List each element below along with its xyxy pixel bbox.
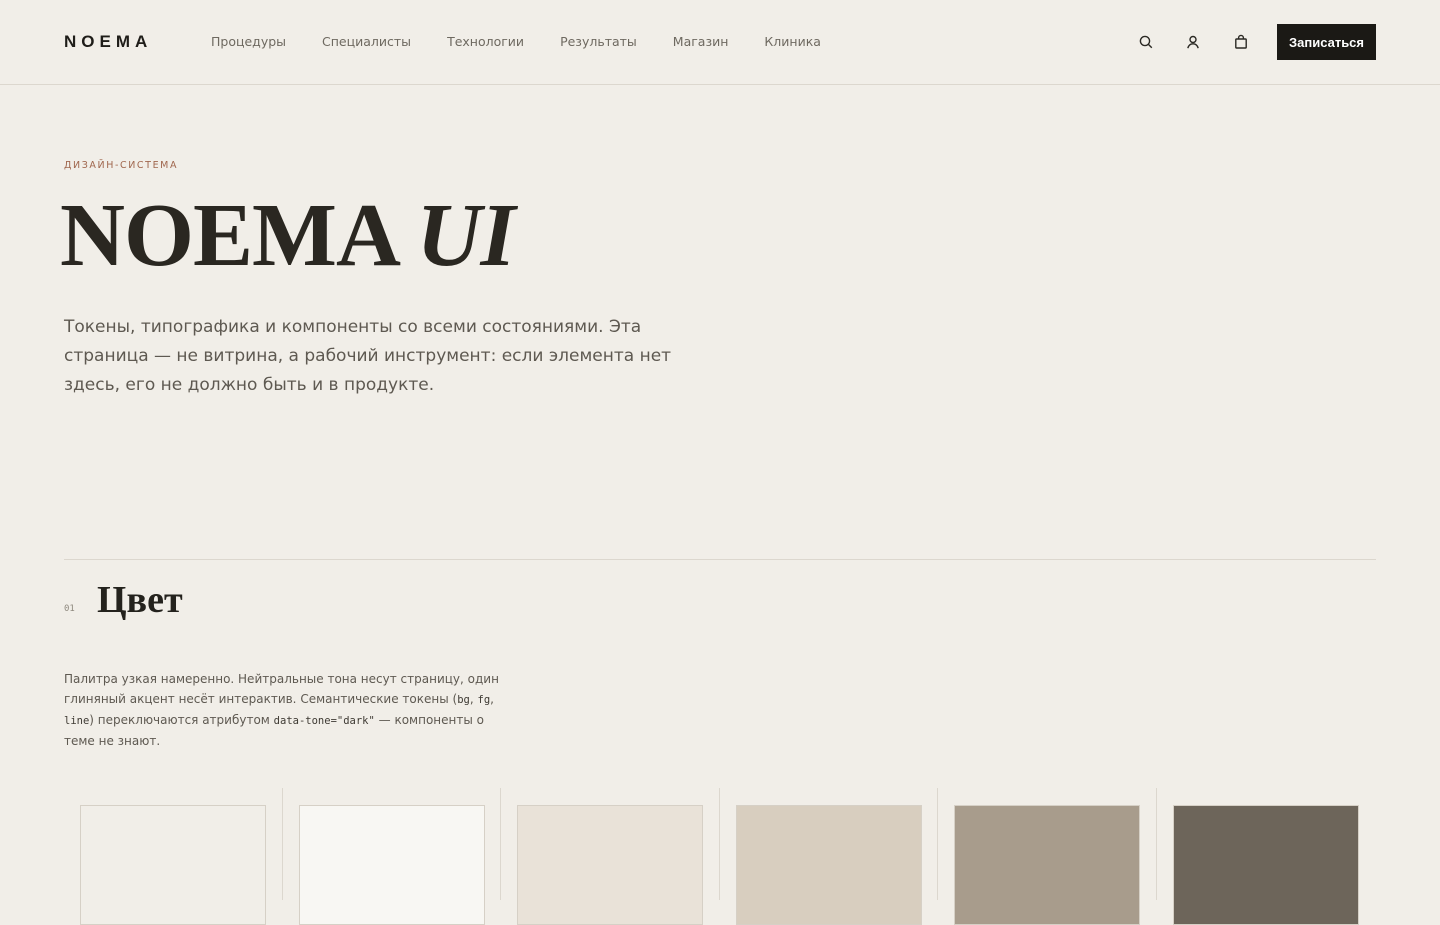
bag-icon[interactable] xyxy=(1231,32,1251,52)
color-swatch[interactable] xyxy=(80,805,266,925)
nav-item-clinic[interactable]: Клиника xyxy=(764,34,821,49)
main-nav: Процедуры Специалисты Технологии Результ… xyxy=(211,34,857,49)
color-swatch[interactable] xyxy=(735,805,922,925)
color-swatch[interactable] xyxy=(517,805,704,925)
search-icon[interactable] xyxy=(1136,32,1156,52)
color-swatch[interactable] xyxy=(954,805,1141,925)
hero-eyebrow: ДИЗАЙН-СИСТЕМА xyxy=(64,160,179,171)
nav-item-specialists[interactable]: Специалисты xyxy=(322,34,411,49)
swatch-cell xyxy=(64,788,283,925)
color-swatch[interactable] xyxy=(298,805,485,925)
brand-logo[interactable]: NOEMA xyxy=(64,32,152,52)
hero-title: NOEMA UI xyxy=(60,186,516,286)
desc-text: Палитра узкая намеренно. Нейтральные тон… xyxy=(64,672,499,706)
swatch-cell xyxy=(501,788,720,925)
nav-item-procedures[interactable]: Процедуры xyxy=(211,34,286,49)
desc-text: ) переключаются атрибутом xyxy=(89,713,274,727)
token-line: line xyxy=(64,715,90,727)
swatch-cell xyxy=(720,788,939,925)
color-swatch[interactable] xyxy=(1172,805,1359,925)
nav-item-results[interactable]: Результаты xyxy=(560,34,637,49)
site-header: NOEMA Процедуры Специалисты Технологии Р… xyxy=(0,0,1440,85)
nav-item-shop[interactable]: Магазин xyxy=(673,34,729,49)
section-title: Цвет xyxy=(97,579,183,621)
hero-title-main: NOEMA xyxy=(60,186,396,285)
desc-sep: , xyxy=(469,692,478,706)
color-swatches xyxy=(64,788,1376,925)
hero-title-italic: UI xyxy=(416,186,516,285)
swatch-cell xyxy=(938,788,1157,925)
hero-lead: Токены, типографика и компоненты со всем… xyxy=(64,317,672,395)
desc-sep: , xyxy=(490,692,494,706)
nav-item-technologies[interactable]: Технологии xyxy=(447,34,524,49)
user-icon[interactable] xyxy=(1183,32,1203,52)
signup-button[interactable]: Записаться xyxy=(1277,24,1376,60)
section-divider xyxy=(64,559,1376,560)
swatch-cell xyxy=(283,788,502,925)
token-dark-attr: data-tone="dark" xyxy=(273,715,375,727)
swatch-cell xyxy=(1157,788,1376,925)
section-number: 01 xyxy=(64,604,75,614)
token-bg: bg xyxy=(457,694,470,706)
token-fg: fg xyxy=(477,694,491,706)
section-description: Палитра узкая намеренно. Нейтральные тон… xyxy=(64,669,504,751)
